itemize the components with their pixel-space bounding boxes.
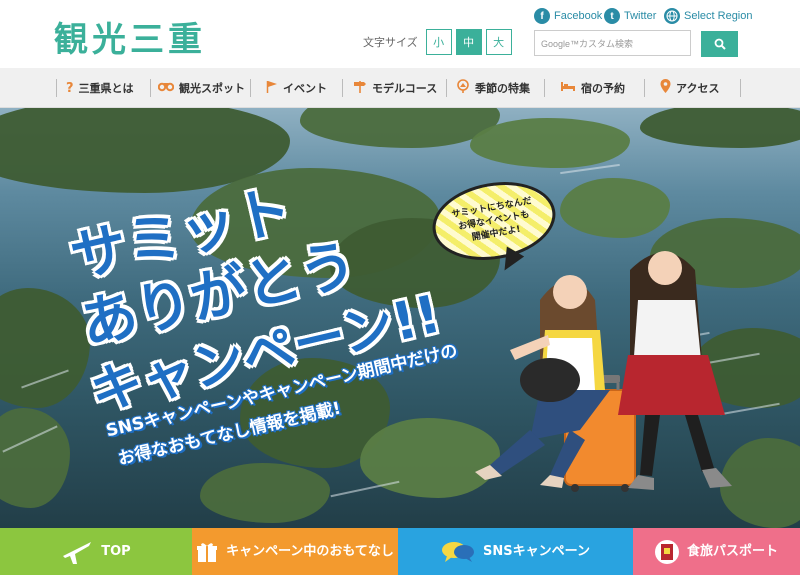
signpost-icon (353, 80, 367, 97)
nav-divider (342, 79, 343, 97)
site-logo[interactable]: 観光三重 (54, 12, 206, 61)
nav-item-label: モデルコース (372, 82, 438, 95)
season-icon (456, 79, 470, 97)
nav-item-label: 宿の予約 (581, 82, 625, 95)
nav-item-about[interactable]: ? 三重県とは (66, 68, 134, 108)
nav-divider (740, 79, 741, 97)
nav-item-label: アクセス (676, 82, 720, 95)
top-label: TOP (101, 543, 131, 559)
select-region-link[interactable]: Select Region (664, 8, 753, 24)
font-size-medium-button[interactable]: 中 (455, 29, 482, 55)
sns-label: SNSキャンペーン (483, 543, 590, 559)
nav-item-spots[interactable]: 観光スポット (157, 68, 245, 108)
flag-icon (266, 80, 278, 97)
twitter-label: Twitter (624, 10, 657, 22)
font-size-small-button[interactable]: 小 (425, 29, 452, 55)
nav-item-label: 観光スポット (179, 82, 245, 95)
passport-icon (654, 538, 679, 566)
question-icon: ? (66, 80, 74, 96)
search-button[interactable] (701, 31, 738, 57)
search-icon (714, 38, 726, 50)
nav-divider (644, 79, 645, 97)
nav-divider (56, 79, 57, 97)
binoculars-icon (157, 80, 175, 96)
nav-item-access[interactable]: アクセス (660, 68, 719, 108)
hero-models-illustration (475, 251, 732, 492)
food-label: 食旅パスポート (686, 543, 778, 559)
font-size-large-button[interactable]: 大 (485, 29, 512, 55)
nav-divider (544, 79, 545, 97)
facebook-icon: f (534, 8, 550, 24)
main-nav: ? 三重県とは 観光スポット イベント モデルコース 季節の特集 宿の予約 アク… (0, 68, 800, 108)
twitter-link[interactable]: t Twitter (604, 8, 656, 24)
airplane-icon (61, 538, 93, 566)
nav-divider (150, 79, 151, 97)
top-button[interactable]: TOP (0, 528, 192, 575)
campaign-label: キャンペーン中のおもてなし (226, 543, 394, 559)
sns-campaign-button[interactable]: SNSキャンペーン (398, 528, 633, 575)
site-header: 観光三重 f Facebook t Twitter Select Region … (0, 0, 800, 68)
facebook-label: Facebook (554, 10, 603, 22)
nav-item-model-course[interactable]: モデルコース (353, 68, 437, 108)
map-pin-icon (660, 79, 671, 97)
nav-item-lodging[interactable]: 宿の予約 (560, 68, 625, 108)
bed-icon (560, 80, 576, 96)
bottom-link-bar: TOP キャンペーン中のおもてなし SNSキャンペーン 食旅パスポート (0, 528, 800, 575)
food-passport-button[interactable]: 食旅パスポート (633, 528, 800, 575)
search-input[interactable]: Google™カスタム検索 (534, 30, 691, 56)
facebook-link[interactable]: f Facebook (534, 8, 602, 24)
font-size-label: 文字サイズ (363, 36, 418, 49)
nav-item-seasonal[interactable]: 季節の特集 (456, 68, 530, 108)
nav-divider (446, 79, 447, 97)
globe-icon (664, 8, 680, 24)
nav-item-label: イベント (283, 82, 327, 95)
gift-icon (196, 541, 218, 563)
font-size-control: 文字サイズ 小 中 大 (363, 29, 512, 55)
twitter-icon: t (604, 8, 620, 24)
chat-bubbles-icon (441, 540, 475, 564)
nav-item-label: 三重県とは (78, 82, 134, 95)
campaign-hospitality-button[interactable]: キャンペーン中のおもてなし (192, 528, 398, 575)
select-region-label: Select Region (684, 10, 753, 22)
nav-item-events[interactable]: イベント (266, 68, 327, 108)
nav-item-label: 季節の特集 (475, 82, 530, 95)
nav-divider (250, 79, 251, 97)
